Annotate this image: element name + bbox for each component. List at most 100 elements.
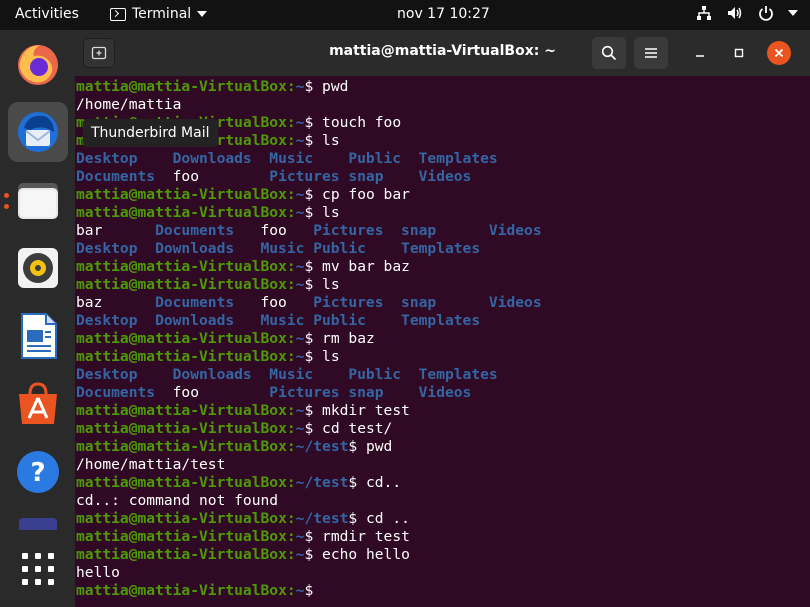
- system-tray[interactable]: [696, 5, 798, 21]
- ls-directory-entry: Downloads: [155, 312, 235, 329]
- prompt-colon: :: [286, 186, 296, 203]
- command-text: mv bar baz: [322, 258, 410, 275]
- prompt-user: mattia@mattia-VirtualBox: [76, 546, 287, 563]
- ls-directory-entry: snap: [401, 222, 437, 239]
- volume-icon: [728, 7, 742, 19]
- command-text: pwd: [365, 438, 393, 455]
- ls-directory-entry: Pictures: [313, 222, 384, 239]
- prompt-line: mattia@mattia-VirtualBox:~$ ls: [76, 204, 806, 222]
- terminal-output[interactable]: mattia@mattia-VirtualBox:~$ pwd/home/mat…: [76, 78, 806, 607]
- ls-directory-entry: Templates: [401, 312, 481, 329]
- ls-directory-entry: Public: [348, 366, 402, 383]
- prompt-line: mattia@mattia-VirtualBox:~$ pwd: [76, 78, 806, 96]
- output-text: /home/mattia/test: [76, 456, 226, 473]
- prompt-colon: :: [286, 276, 296, 293]
- ls-directory-entry: Music: [260, 312, 305, 329]
- chevron-down-icon: [788, 10, 798, 16]
- ls-output-line: Desktop Downloads Music Public Templates: [76, 150, 806, 168]
- ls-file-entry: foo: [260, 222, 287, 239]
- ls-output-line: Documents foo Pictures snap Videos: [76, 168, 806, 186]
- command-text: cd ..: [365, 510, 410, 527]
- prompt-line: mattia@mattia-VirtualBox:~$: [76, 582, 806, 600]
- terminal-icon: [110, 7, 126, 21]
- dock-help[interactable]: ?: [8, 442, 68, 502]
- prompt-symbol: $: [348, 474, 366, 491]
- dock-partial-app[interactable]: [8, 510, 68, 530]
- prompt-user: mattia@mattia-VirtualBox: [76, 474, 287, 491]
- menu-button[interactable]: [634, 37, 668, 69]
- output-line: /home/mattia: [76, 96, 806, 114]
- prompt-colon: :: [286, 582, 296, 599]
- prompt-colon: :: [286, 348, 296, 365]
- ls-directory-entry: Templates: [418, 366, 498, 383]
- ls-file-entry: foo: [172, 168, 199, 185]
- close-button[interactable]: [767, 41, 791, 65]
- prompt-line: mattia@mattia-VirtualBox:~$ mkdir test: [76, 402, 806, 420]
- dock-tooltip: Thunderbird Mail: [83, 119, 218, 147]
- ls-directory-entry: Documents: [76, 168, 156, 185]
- prompt-user: mattia@mattia-VirtualBox: [76, 438, 287, 455]
- ls-file-entry: bar: [76, 222, 103, 239]
- network-icon: [697, 6, 711, 20]
- dock-rhythmbox[interactable]: [8, 238, 68, 298]
- ls-directory-entry: snap: [401, 294, 437, 311]
- prompt-colon: :: [286, 510, 296, 527]
- ls-output-line: Documents foo Pictures snap Videos: [76, 384, 806, 402]
- prompt-path: ~/test: [295, 438, 349, 455]
- clock[interactable]: nov 17 10:27: [397, 6, 490, 22]
- ls-directory-entry: Videos: [418, 168, 472, 185]
- prompt-user: mattia@mattia-VirtualBox: [76, 204, 287, 221]
- prompt-symbol: $: [304, 114, 323, 131]
- ls-output-line: Desktop Downloads Music Public Templates: [76, 366, 806, 384]
- ls-directory-entry: Templates: [401, 240, 481, 257]
- prompt-symbol: $: [304, 330, 323, 347]
- maximize-button[interactable]: [727, 41, 751, 65]
- dock-thunderbird[interactable]: [8, 102, 68, 162]
- app-menu[interactable]: Terminal: [110, 6, 208, 22]
- prompt-path: ~/test: [295, 474, 349, 491]
- ls-output-line: Desktop Downloads Music Public Templates: [76, 312, 806, 330]
- ls-directory-entry: Pictures: [313, 294, 384, 311]
- ls-directory-entry: Public: [348, 150, 402, 167]
- dock-writer[interactable]: [8, 306, 68, 366]
- top-bar: Activities Terminal nov 17 10:27: [0, 0, 810, 30]
- ls-directory-entry: Documents: [155, 222, 235, 239]
- command-text: ls: [322, 204, 340, 221]
- prompt-user: mattia@mattia-VirtualBox: [76, 528, 287, 545]
- terminal-window: mattia@mattia-VirtualBox: ~ mattia@matti…: [75, 30, 810, 607]
- prompt-colon: :: [286, 258, 296, 275]
- dock-firefox[interactable]: [8, 34, 68, 94]
- prompt-colon: :: [286, 330, 296, 347]
- prompt-colon: :: [286, 474, 296, 491]
- minimize-button[interactable]: [688, 41, 712, 65]
- search-button[interactable]: [592, 37, 626, 69]
- ls-directory-entry: Videos: [488, 222, 542, 239]
- activities-button[interactable]: Activities: [15, 6, 79, 22]
- prompt-line: mattia@mattia-VirtualBox:~$ mv bar baz: [76, 258, 806, 276]
- command-text: pwd: [322, 78, 349, 95]
- prompt-line: mattia@mattia-VirtualBox:~$ rm baz: [76, 330, 806, 348]
- prompt-colon: :: [286, 546, 296, 563]
- prompt-user: mattia@mattia-VirtualBox: [76, 78, 287, 95]
- dock-software[interactable]: [8, 374, 68, 434]
- output-text: hello: [76, 564, 120, 581]
- command-text: ls: [322, 276, 340, 293]
- ls-directory-entry: Pictures: [269, 384, 340, 401]
- dock-files[interactable]: [8, 170, 68, 230]
- ls-directory-entry: Desktop: [76, 366, 138, 383]
- ls-directory-entry: Desktop: [76, 240, 138, 257]
- search-icon: [601, 45, 617, 61]
- ls-directory-entry: Public: [313, 312, 366, 329]
- ls-directory-entry: Music: [269, 366, 314, 383]
- ls-directory-entry: Templates: [418, 150, 498, 167]
- libreoffice-writer-icon: [21, 313, 57, 359]
- help-icon: ?: [17, 451, 59, 493]
- prompt-user: mattia@mattia-VirtualBox: [76, 582, 287, 599]
- dock-show-applications[interactable]: [8, 539, 68, 599]
- ls-output-line: bar Documents foo Pictures snap Videos: [76, 222, 806, 240]
- app-icon: [19, 518, 57, 530]
- ls-file-entry: baz: [76, 294, 103, 311]
- ls-directory-entry: Videos: [488, 294, 542, 311]
- minimize-icon: [696, 55, 704, 57]
- dock: ?: [0, 30, 75, 607]
